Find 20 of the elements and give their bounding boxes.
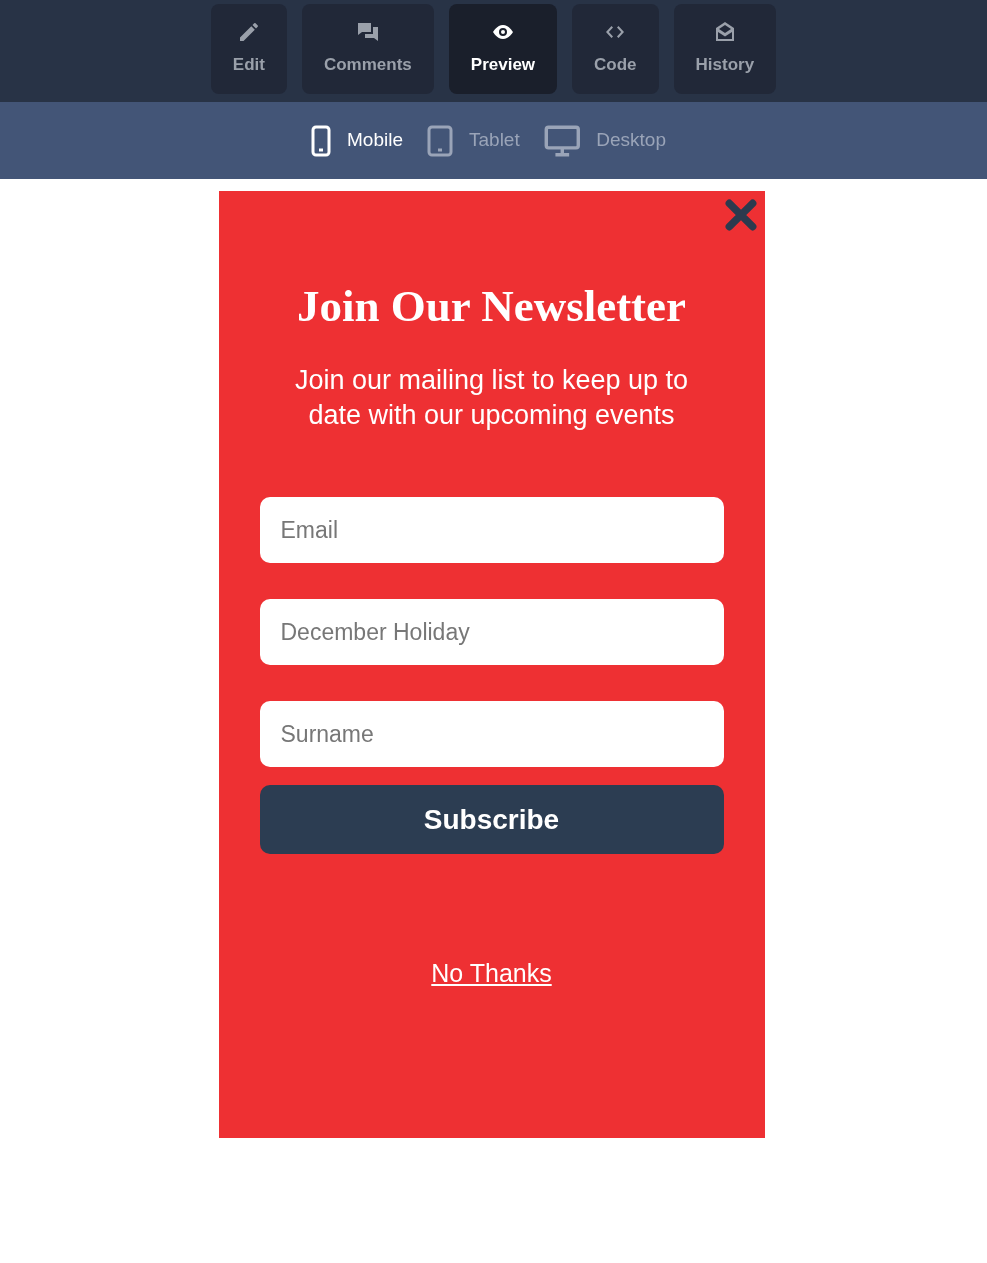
toolbar-tab[interactable]: Preview [448,4,558,94]
monitor-icon [543,124,581,157]
subscribe-button[interactable]: Subscribe [259,785,724,854]
close-button[interactable] [722,197,759,233]
no-thanks-link[interactable]: No Thanks [431,955,552,993]
text-field[interactable]: Email [259,497,724,563]
device-toggle[interactable]: Desktop [543,124,666,157]
phone-icon [311,124,331,157]
popup-title: Join Our Newsletter [296,280,687,333]
toolbar-tab[interactable]: Comments [301,4,434,94]
toolbar-tab[interactable]: Edit [210,4,287,94]
text-field[interactable]: Surname [259,701,724,767]
close-icon [723,198,758,232]
tablet-icon [427,124,453,157]
toolbar-tab[interactable]: History [673,4,777,94]
text-field[interactable]: December Holiday [259,599,724,665]
popup-subtitle: Join our mailing list to keep up to date with our upcoming events [293,364,690,432]
device-toggle[interactable]: Mobile [311,124,403,157]
device-toggle[interactable]: Tablet [427,124,520,157]
toolbar-tab[interactable]: Code [572,4,659,94]
